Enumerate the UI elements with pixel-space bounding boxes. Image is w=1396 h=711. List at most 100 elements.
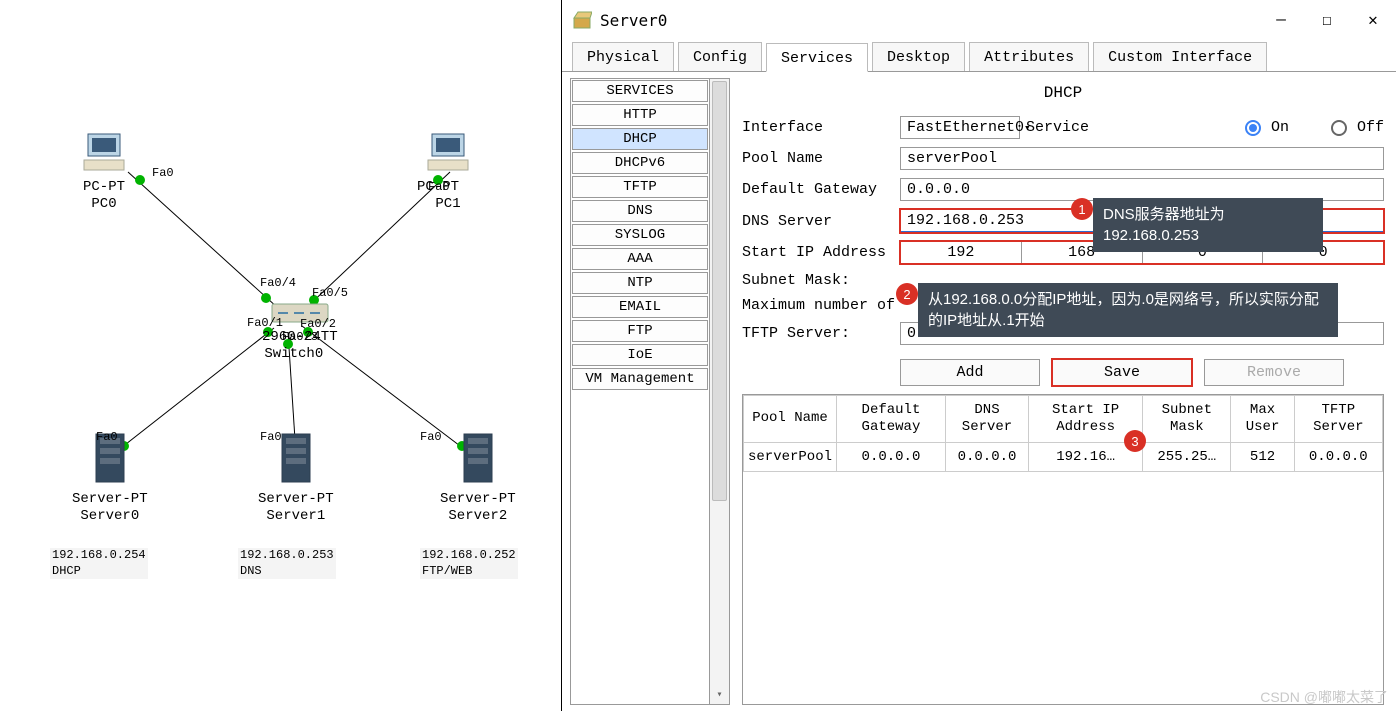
pc1-name: PC1 bbox=[435, 196, 460, 212]
pc-icon bbox=[82, 132, 126, 172]
on-label: On bbox=[1271, 119, 1289, 136]
tab-attributes[interactable]: Attributes bbox=[969, 42, 1089, 71]
side-dns[interactable]: DNS bbox=[572, 200, 708, 222]
device-pc1[interactable]: PC-PTPC1 bbox=[426, 132, 470, 213]
start-ip-input[interactable]: 192 168 0 0 bbox=[900, 241, 1384, 264]
switch-p1: Fa0/1 bbox=[247, 316, 283, 330]
server-icon bbox=[458, 432, 498, 484]
off-label: Off bbox=[1357, 119, 1384, 136]
switch-p3: Fa0/3 bbox=[282, 330, 318, 344]
topology-canvas[interactable]: PC-PTPC0 Fa0 PC-PTPC1 Fa0 2960-24TTSwitc… bbox=[0, 0, 560, 711]
server0-ip-label: 192.168.0.254DHCP bbox=[50, 548, 148, 579]
server-icon bbox=[276, 432, 316, 484]
add-button[interactable]: Add bbox=[900, 359, 1040, 386]
side-dhcp[interactable]: DHCP bbox=[572, 128, 708, 150]
tab-bar: Physical Config Services Desktop Attribu… bbox=[562, 40, 1396, 72]
watermark: CSDN @嘟嘟太菜了 bbox=[1260, 687, 1388, 707]
cell-tftp: 0.0.0.0 bbox=[1294, 442, 1382, 471]
server1-ip-label: 192.168.0.253DNS bbox=[238, 548, 336, 579]
interface-label: Interface bbox=[742, 119, 900, 136]
side-ftp[interactable]: FTP bbox=[572, 320, 708, 342]
dns-server-label: DNS Server bbox=[742, 213, 900, 230]
side-dhcpv6[interactable]: DHCPv6 bbox=[572, 152, 708, 174]
device-server0[interactable]: Server-PTServer0 bbox=[72, 432, 148, 525]
side-aaa[interactable]: AAA bbox=[572, 248, 708, 270]
server2-name: Server2 bbox=[448, 508, 507, 524]
dhcp-title: DHCP bbox=[742, 84, 1384, 102]
th-tftp[interactable]: TFTP Server bbox=[1294, 396, 1382, 443]
cell-dns: 0.0.0.0 bbox=[945, 442, 1028, 471]
side-ntp[interactable]: NTP bbox=[572, 272, 708, 294]
scroll-down-icon[interactable]: ▾ bbox=[710, 686, 729, 704]
pc0-name: PC0 bbox=[91, 196, 116, 212]
cell-start: 192.16… bbox=[1029, 442, 1143, 471]
th-start[interactable]: Start IP Address bbox=[1029, 396, 1143, 443]
server1-port: Fa0 bbox=[260, 430, 282, 444]
tftp-label: TFTP Server: bbox=[742, 325, 900, 342]
tab-services[interactable]: Services bbox=[766, 43, 868, 72]
start-ip-label: Start IP Address bbox=[742, 244, 900, 261]
switch-p5: Fa0/5 bbox=[312, 286, 348, 300]
close-button[interactable]: ✕ bbox=[1350, 0, 1396, 40]
tftp-input[interactable]: 0.0.0.0 bbox=[900, 322, 1384, 345]
max-users-label: Maximum number of bbox=[742, 297, 900, 314]
default-gateway-label: Default Gateway bbox=[742, 181, 900, 198]
server2-ip-label: 192.168.0.252FTP/WEB bbox=[420, 548, 518, 579]
save-button[interactable]: Save bbox=[1052, 359, 1192, 386]
app-icon bbox=[572, 10, 592, 30]
switch-p4: Fa0/4 bbox=[260, 276, 296, 290]
tab-desktop[interactable]: Desktop bbox=[872, 42, 965, 71]
default-gateway-input[interactable]: 0.0.0.0 bbox=[900, 178, 1384, 201]
side-syslog[interactable]: SYSLOG bbox=[572, 224, 708, 246]
side-vm[interactable]: VM Management bbox=[572, 368, 708, 390]
pool-name-input[interactable]: serverPool bbox=[900, 147, 1384, 170]
pc1-port: Fa0 bbox=[428, 180, 450, 194]
cell-pool: serverPool bbox=[744, 442, 837, 471]
server0-type: Server-PT bbox=[72, 491, 148, 507]
th-dns[interactable]: DNS Server bbox=[945, 396, 1028, 443]
service-off-radio[interactable] bbox=[1331, 120, 1347, 136]
remove-button[interactable]: Remove bbox=[1204, 359, 1344, 386]
server1-name: Server1 bbox=[266, 508, 325, 524]
pc0-port: Fa0 bbox=[152, 166, 174, 180]
th-pool[interactable]: Pool Name bbox=[744, 396, 837, 443]
tab-custom-interface[interactable]: Custom Interface bbox=[1093, 42, 1267, 71]
side-services[interactable]: SERVICES bbox=[572, 80, 708, 102]
pools-table[interactable]: Pool Name Default Gateway DNS Server Sta… bbox=[742, 394, 1384, 705]
device-server2[interactable]: Server-PTServer2 bbox=[440, 432, 516, 525]
cell-gw: 0.0.0.0 bbox=[837, 442, 946, 471]
pc0-type: PC-PT bbox=[83, 179, 125, 195]
cell-mask: 255.25… bbox=[1143, 442, 1231, 471]
start-ip-oct3[interactable]: 0 bbox=[1143, 241, 1264, 264]
tab-config[interactable]: Config bbox=[678, 42, 762, 71]
side-tftp[interactable]: TFTP bbox=[572, 176, 708, 198]
th-mask[interactable]: Subnet Mask bbox=[1143, 396, 1231, 443]
start-ip-oct1[interactable]: 192 bbox=[900, 241, 1022, 264]
pool-name-label: Pool Name bbox=[742, 150, 900, 167]
maximize-button[interactable]: ☐ bbox=[1304, 0, 1350, 40]
side-http[interactable]: HTTP bbox=[572, 104, 708, 126]
server0-window: Server0 — ☐ ✕ Physical Config Services D… bbox=[561, 0, 1396, 711]
service-on-radio[interactable] bbox=[1245, 120, 1261, 136]
start-ip-oct2[interactable]: 168 bbox=[1022, 241, 1143, 264]
side-ioe[interactable]: IoE bbox=[572, 344, 708, 366]
window-title: Server0 bbox=[600, 11, 667, 30]
scroll-thumb[interactable] bbox=[712, 81, 727, 501]
subnet-label: Subnet Mask: bbox=[742, 272, 900, 289]
device-pc0[interactable]: PC-PTPC0 bbox=[82, 132, 126, 213]
switch-name: Switch0 bbox=[264, 346, 323, 362]
table-row[interactable]: serverPool 0.0.0.0 0.0.0.0 192.16… 255.2… bbox=[744, 442, 1383, 471]
minimize-button[interactable]: — bbox=[1258, 0, 1304, 40]
titlebar[interactable]: Server0 — ☐ ✕ bbox=[562, 0, 1396, 40]
server0-port: Fa0 bbox=[96, 430, 118, 444]
switch-p2: Fa0/2 bbox=[300, 317, 336, 331]
dns-server-input[interactable]: 192.168.0.253 bbox=[900, 209, 1384, 233]
sidebar-scrollbar[interactable]: ▴ ▾ bbox=[710, 78, 730, 705]
start-ip-oct4[interactable]: 0 bbox=[1263, 241, 1384, 264]
device-server1[interactable]: Server-PTServer1 bbox=[258, 432, 334, 525]
th-gw[interactable]: Default Gateway bbox=[837, 396, 946, 443]
interface-select[interactable]: FastEthernet0 bbox=[900, 116, 1020, 139]
side-email[interactable]: EMAIL bbox=[572, 296, 708, 318]
tab-physical[interactable]: Physical bbox=[572, 42, 674, 71]
th-max[interactable]: Max User bbox=[1231, 396, 1294, 443]
